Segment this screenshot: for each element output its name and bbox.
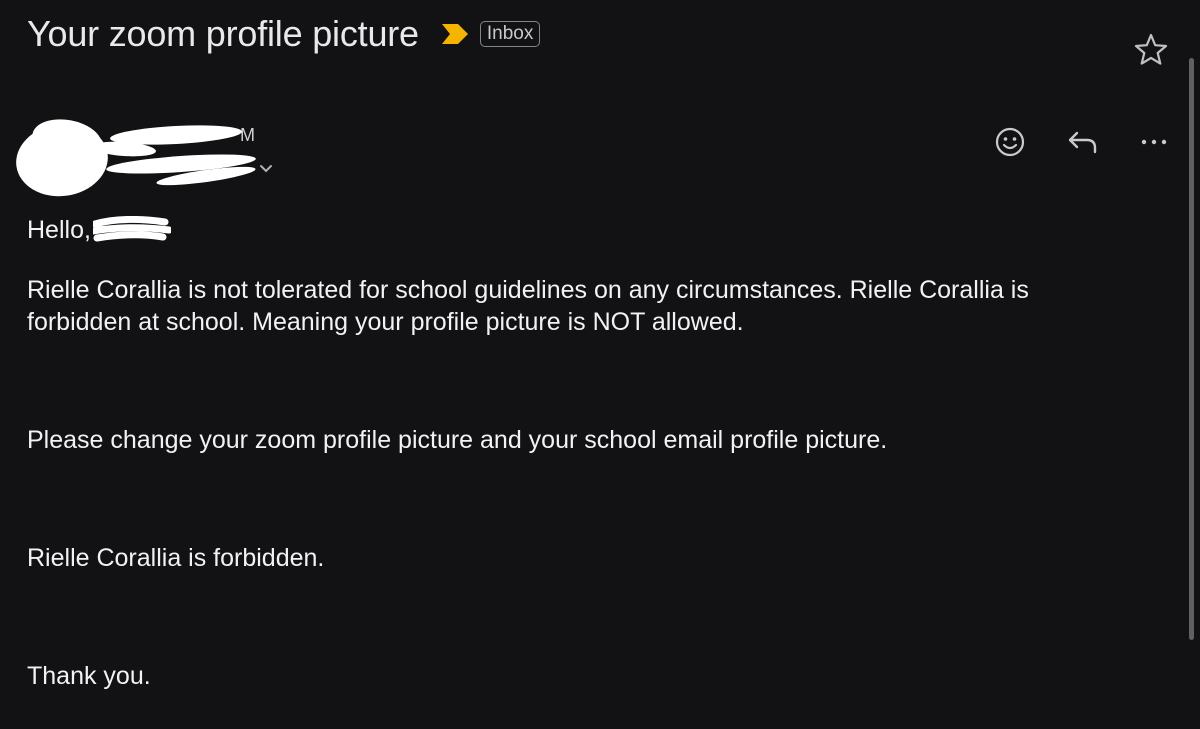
sender-time-fragment: M [240, 125, 255, 145]
sender-header: M t [11, 114, 284, 203]
reply-icon[interactable] [1065, 124, 1101, 160]
chevron-down-icon[interactable] [258, 162, 274, 174]
email-subject: Your zoom profile picture [27, 13, 419, 54]
body-paragraph-1: Rielle Corallia is not tolerated for sch… [27, 276, 1029, 336]
greeting-text: Hello, [27, 216, 91, 244]
inbox-label-chip[interactable]: Inbox [479, 21, 541, 47]
subject-row: Your zoom profile picture Inbox [27, 12, 541, 56]
body-paragraph-4: Thank you. [27, 662, 151, 690]
more-options-icon[interactable] [1136, 124, 1172, 160]
redacted-recipient-name [89, 215, 173, 242]
scrollbar[interactable] [1189, 58, 1194, 640]
body-paragraph-2: Please change your zoom profile picture … [27, 426, 888, 454]
importance-marker-icon[interactable] [441, 23, 469, 45]
email-body: Hello, Rielle Corallia is not tolerated … [27, 214, 1137, 690]
star-icon[interactable] [1133, 32, 1169, 68]
greeting-line: Hello, [27, 214, 1137, 248]
body-paragraph-3: Rielle Corallia is forbidden. [27, 544, 325, 572]
emoji-reaction-icon[interactable] [992, 124, 1028, 160]
email-view: Your zoom profile picture Inbox M t [0, 0, 1200, 729]
